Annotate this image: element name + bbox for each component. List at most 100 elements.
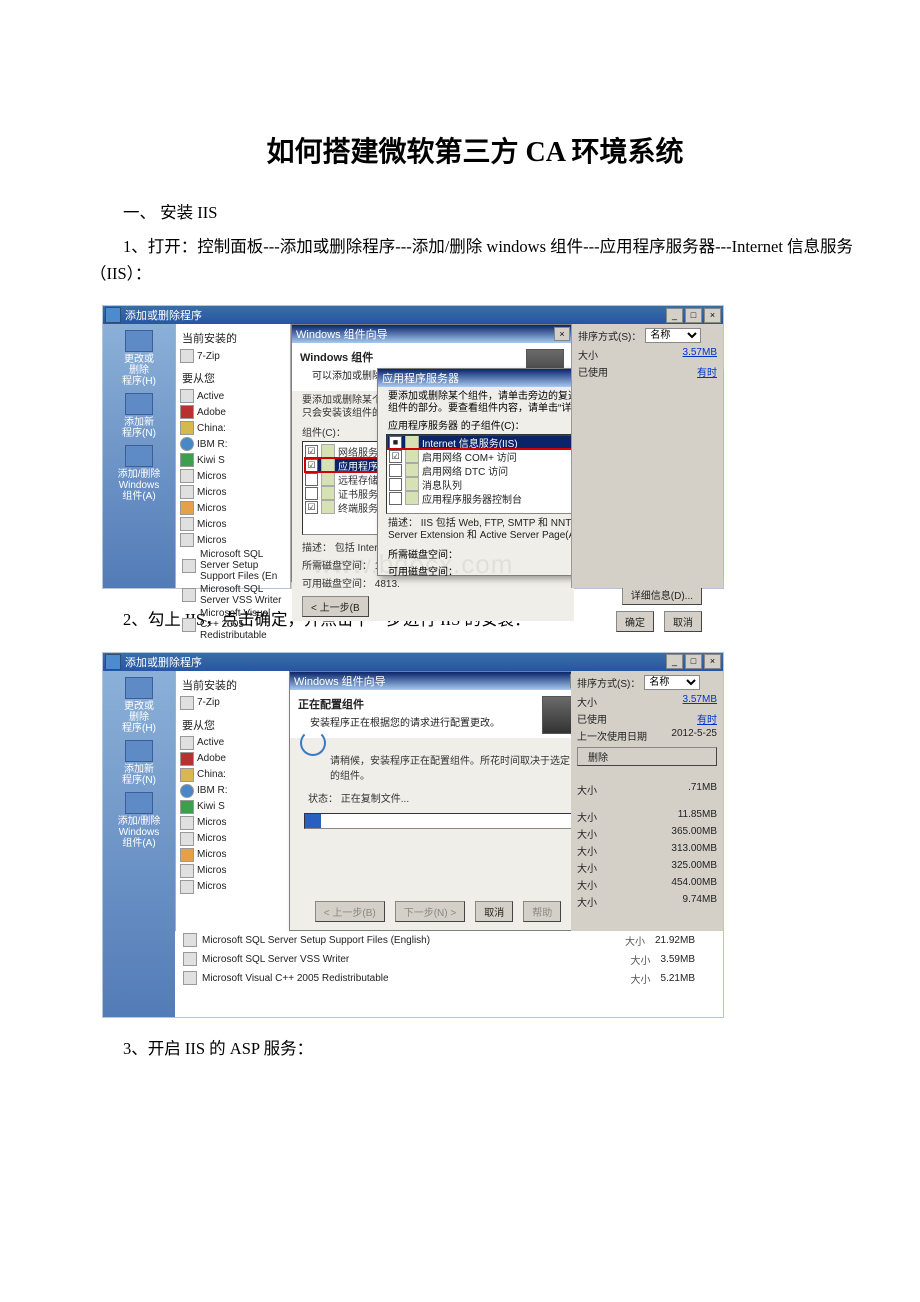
rail-add-new[interactable]: 添加新 程序(N) (122, 740, 156, 786)
app-icon (180, 768, 194, 782)
size-label: 大小 (577, 894, 597, 909)
checkbox[interactable]: ■ (389, 436, 402, 449)
dialog-titlebar: Windows 组件向导× (290, 672, 590, 690)
list-item[interactable]: China: (176, 420, 290, 436)
avail-space-label: 可用磁盘空间： (388, 563, 458, 578)
checkbox[interactable]: ☑ (305, 445, 318, 458)
list-item[interactable]: IBM R: (176, 436, 290, 452)
close-button[interactable]: × (704, 654, 721, 669)
dialog-titlebar: Windows 组件向导× (292, 325, 574, 343)
checkbox[interactable]: ☑ (305, 459, 318, 472)
list-item[interactable]: Micros (176, 831, 290, 847)
list-item[interactable]: Active (176, 735, 290, 751)
checkbox[interactable]: ☑ (389, 450, 402, 463)
maximize-button[interactable]: □ (685, 654, 702, 669)
right-pane: 排序方式(S)： 名称 大小3.57MB 已使用有时 (571, 324, 723, 588)
window-titlebar: 添加或删除程序 _ □ × (103, 653, 723, 671)
list-item[interactable]: Kiwi S (176, 452, 290, 468)
close-button[interactable]: × (704, 308, 721, 323)
list-item[interactable]: Micros (176, 847, 290, 863)
list-item[interactable]: Micros (176, 532, 290, 548)
rail-change-remove[interactable]: 更改或 删除 程序(H) (122, 330, 156, 387)
ok-button[interactable]: 确定 (616, 611, 654, 632)
size-value: 313.00MB (671, 843, 717, 858)
component-icon (405, 463, 419, 477)
sort-label: 排序方式(S)： (578, 328, 641, 343)
maximize-button[interactable]: □ (685, 308, 702, 323)
spinner-icon (300, 730, 326, 756)
package-icon (125, 330, 153, 352)
size-value: .71MB (688, 782, 717, 797)
list-item[interactable]: Microsoft SQL Server Setup Support Files… (176, 548, 290, 583)
list-item[interactable]: Micros (176, 863, 290, 879)
adobe-icon (180, 752, 194, 766)
app-icon (180, 389, 194, 403)
minimize-button[interactable]: _ (666, 308, 683, 323)
window-controls: _ □ × (666, 308, 721, 323)
list-item[interactable]: Micros (176, 500, 290, 516)
app-icon (180, 421, 194, 435)
rail-windows-components[interactable]: 添加/删除 Windows 组件(A) (118, 792, 161, 849)
progress-fill (305, 814, 321, 828)
archive-icon (180, 349, 194, 363)
page-title: 如何搭建微软第三方 CA 环境系统 (90, 130, 860, 170)
ms-icon (180, 816, 194, 830)
minimize-button[interactable]: _ (666, 654, 683, 669)
screenshot-2: 添加或删除程序 _ □ × 更改或 删除 程序(H) 添加新 程序(N) (102, 652, 724, 1018)
size-label: 大小 (577, 860, 597, 875)
checkbox[interactable] (389, 464, 402, 477)
program-7zip[interactable]: 7-Zip (176, 348, 290, 364)
left-rail: 更改或 删除 程序(H) 添加新 程序(N) 添加/删除 Windows 组件(… (103, 324, 175, 588)
list-item[interactable]: Micros (176, 815, 290, 831)
list-item[interactable]: Adobe (176, 751, 290, 767)
last-used-label: 上一次使用日期 (577, 728, 647, 743)
archive-icon (180, 696, 194, 710)
cancel-button[interactable]: 取消 (475, 901, 513, 922)
used-label: 已使用 (577, 711, 607, 726)
checkbox[interactable] (305, 473, 318, 486)
checkbox[interactable]: ☑ (305, 501, 318, 514)
size-label: 大小 (577, 694, 597, 709)
checkbox[interactable] (389, 492, 402, 505)
list-item[interactable]: Microsoft SQL Server VSS Writer (176, 583, 290, 607)
back-button[interactable]: < 上一步(B (302, 596, 369, 617)
list-item[interactable]: Microsoft Visual C++ 2005 Redistributabl… (176, 607, 290, 642)
checkbox[interactable] (389, 478, 402, 491)
size-value[interactable]: 3.57MB (683, 694, 717, 709)
wizard-configuring: Windows 组件向导× 正在配置组件 安装程序正在根据您的请求进行配置更改。… (289, 671, 591, 931)
rail-change-remove[interactable]: 更改或 删除 程序(H) (122, 677, 156, 734)
rail-windows-components[interactable]: 添加/删除 Windows 组件(A) (118, 445, 161, 502)
size-value: 325.00MB (671, 860, 717, 875)
next-button: 下一步(N) > (395, 901, 466, 922)
list-item[interactable]: Microsoft SQL Server VSS Writer大小3.59MB (175, 950, 723, 969)
list-item[interactable]: Microsoft Visual C++ 2005 Redistributabl… (175, 969, 723, 988)
delete-button[interactable]: 删除 (577, 747, 717, 766)
size-value[interactable]: 3.57MB (683, 347, 717, 362)
screenshot-1: 添加或删除程序 _ □ × 更改或 删除 程序(H) 添加新 程序(N) (102, 305, 724, 589)
list-item[interactable]: Adobe (176, 404, 290, 420)
list-item[interactable]: Micros (176, 879, 290, 895)
list-item[interactable]: Micros (176, 484, 290, 500)
component-icon (405, 477, 419, 491)
windows-icon (125, 792, 153, 814)
rail-add-new[interactable]: 添加新 程序(N) (122, 393, 156, 439)
component-icon (321, 472, 335, 486)
cancel-button[interactable]: 取消 (664, 611, 702, 632)
list-item[interactable]: IBM R: (176, 783, 290, 799)
list-item[interactable]: Micros (176, 468, 290, 484)
sort-select[interactable]: 名称 (644, 675, 700, 690)
list-item[interactable]: Microsoft SQL Server Setup Support Files… (175, 931, 723, 950)
progress-bar (304, 813, 576, 829)
close-icon[interactable]: × (554, 327, 570, 341)
windows-icon (125, 445, 153, 467)
list-item[interactable]: Micros (176, 516, 290, 532)
list-item[interactable]: Active (176, 388, 290, 404)
list-item[interactable]: Kiwi S (176, 799, 290, 815)
used-value: 有时 (697, 364, 717, 379)
list-item[interactable]: China: (176, 767, 290, 783)
program-7zip[interactable]: 7-Zip (176, 695, 290, 711)
help-button: 帮助 (523, 901, 561, 922)
sort-select[interactable]: 名称 (645, 328, 701, 343)
checkbox[interactable] (305, 487, 318, 500)
programs-header: 当前安装的 (176, 328, 290, 348)
